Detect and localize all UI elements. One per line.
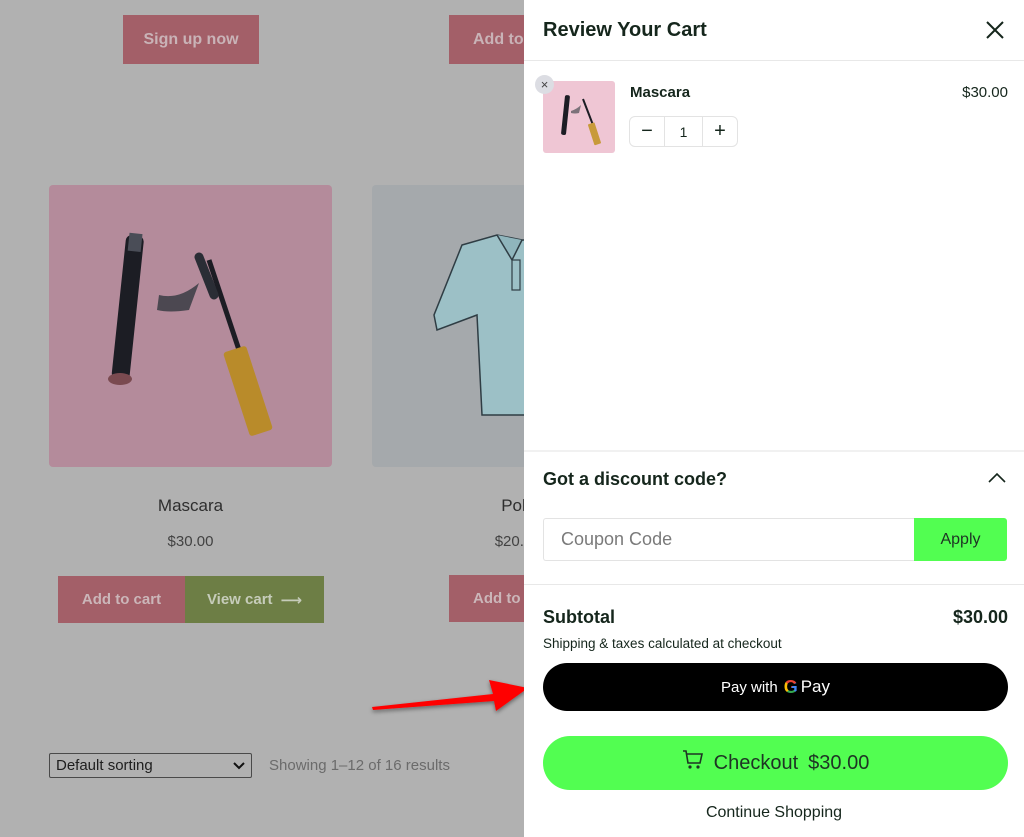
- close-icon[interactable]: [984, 19, 1006, 41]
- sign-up-button[interactable]: Sign up now: [123, 15, 259, 64]
- remove-item-button[interactable]: ×: [535, 75, 554, 94]
- chevron-up-icon: [988, 470, 1006, 488]
- sort-select[interactable]: Default sorting: [49, 753, 252, 778]
- sort-select-value: Default sorting: [56, 757, 153, 774]
- discount-title: Got a discount code?: [543, 468, 728, 489]
- mascara-tube: [108, 232, 144, 385]
- shop-page-overlay[interactable]: Sign up now Add to Mascara $30.00 Add to…: [0, 0, 655, 837]
- checkout-label: Checkout: [713, 751, 799, 774]
- google-g-icon: G: [783, 676, 798, 697]
- subtotal-label: Subtotal: [543, 607, 615, 627]
- product-image-mascara[interactable]: [49, 185, 332, 467]
- continue-shopping-link[interactable]: Continue Shopping: [524, 804, 1024, 822]
- checkout-button[interactable]: Checkout $30.00: [543, 736, 1008, 790]
- subtotal-section: Subtotal $30.00 Shipping & taxes calcula…: [524, 584, 1024, 651]
- cart-header: Review Your Cart: [524, 0, 1024, 61]
- cart-item: × Mascara $30.00: [524, 61, 1024, 161]
- mascara-brush: [157, 252, 273, 436]
- shipping-note: Shipping & taxes calculated at checkout: [543, 636, 782, 651]
- product-price: $30.00: [167, 533, 214, 550]
- add-to-cart-button-top[interactable]: Add to: [449, 15, 529, 64]
- arrow-right-icon: ⟶: [280, 591, 303, 609]
- discount-section: Got a discount code? Apply: [524, 450, 1024, 561]
- increase-quantity-button[interactable]: +: [703, 117, 737, 146]
- product-name[interactable]: Mascara: [49, 496, 332, 516]
- results-count: Showing 1–12 of 16 results: [269, 757, 450, 774]
- cart-icon: [682, 750, 704, 776]
- cart-item-thumbnail[interactable]: [543, 81, 615, 153]
- quantity-stepper: − 1 +: [629, 116, 738, 147]
- cart-item-name: Mascara: [630, 84, 691, 101]
- mascara-thumbnail-icon: [561, 95, 601, 146]
- quantity-value[interactable]: 1: [664, 117, 703, 146]
- checkout-amount: $30.00: [808, 751, 870, 774]
- add-to-cart-button[interactable]: Add to: [449, 575, 529, 622]
- cart-item-price: $30.00: [962, 84, 1008, 101]
- gpay-prefix: Pay with: [720, 678, 778, 696]
- decrease-quantity-button[interactable]: −: [630, 117, 664, 146]
- coupon-form: Apply: [543, 518, 1007, 561]
- add-to-cart-button[interactable]: Add to cart: [58, 576, 185, 623]
- gpay-pay-text: Pay: [800, 677, 830, 696]
- google-pay-button[interactable]: Pay with G Pay: [543, 663, 1008, 711]
- view-cart-button[interactable]: View cart ⟶: [185, 576, 324, 623]
- chevron-down-icon: [233, 757, 245, 774]
- coupon-code-input[interactable]: [543, 518, 914, 561]
- product-card-mascara: Mascara $30.00 Add to cart View cart ⟶: [49, 185, 332, 623]
- close-icon: ×: [540, 77, 549, 92]
- apply-coupon-button[interactable]: Apply: [914, 518, 1007, 561]
- annotation-arrow-icon: [372, 680, 528, 711]
- view-cart-label: View cart: [206, 591, 273, 608]
- cart-drawer: Review Your Cart × Mascara $30.00 − 1 + …: [524, 0, 1024, 837]
- subtotal-value: $30.00: [952, 607, 1008, 627]
- discount-toggle[interactable]: Got a discount code?: [524, 452, 1024, 506]
- cart-title: Review Your Cart: [543, 18, 707, 41]
